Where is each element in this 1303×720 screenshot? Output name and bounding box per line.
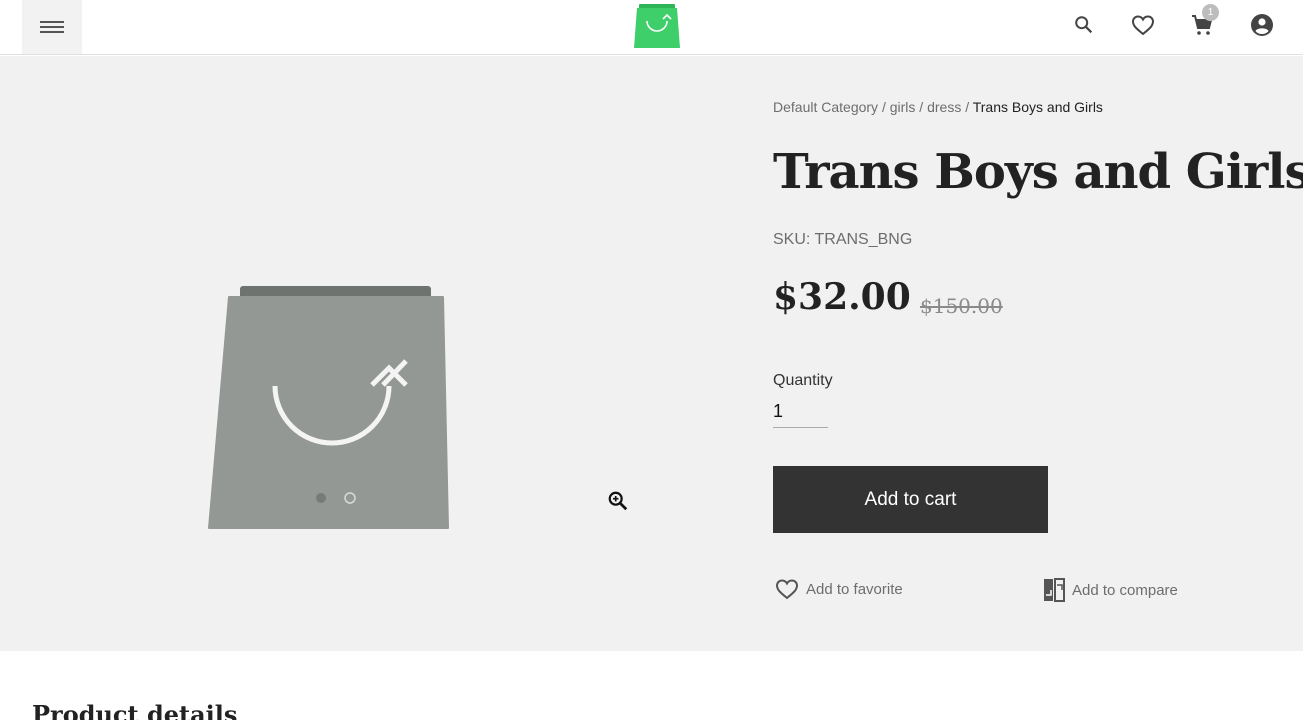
account-button[interactable] [1249,12,1275,38]
search-button[interactable] [1071,12,1097,38]
cart-button[interactable]: 1 [1189,4,1219,38]
product-old-price: $150.00 [920,294,1003,318]
product-image[interactable] [208,286,464,530]
gallery-dot-1 [316,493,326,503]
product-details-heading: Product details [32,700,238,720]
product-price: $32.00 [773,276,911,318]
product-sku: SKU: TRANS_BNG [773,231,913,248]
site-logo[interactable] [633,4,681,48]
breadcrumb-separator: / [965,99,973,115]
breadcrumb-item-dress[interactable]: dress [927,99,961,115]
breadcrumb-separator: / [881,99,890,115]
breadcrumb-item-default-category[interactable]: Default Category [773,99,878,115]
product-title: Trans Boys and Girls [773,144,1303,200]
zoom-in-icon [608,491,628,511]
site-header: 1 [0,0,1303,55]
add-to-cart-button[interactable]: Add to cart [773,466,1048,533]
heart-outline-icon [1131,15,1155,36]
add-to-compare-label: Add to compare [1072,581,1178,599]
breadcrumb-item-girls[interactable]: girls [890,99,916,115]
heart-outline-icon [775,579,799,600]
breadcrumb: Default Category / girls / dress / Trans… [773,99,1103,115]
add-to-favorite-label: Add to favorite [806,580,903,598]
search-icon [1075,16,1093,34]
compare-icon [1044,578,1065,602]
add-to-favorite-button[interactable]: Add to favorite [775,578,903,600]
breadcrumb-current: Trans Boys and Girls [972,99,1103,115]
breadcrumb-separator: / [919,99,928,115]
add-to-compare-button[interactable]: Add to compare [1043,578,1178,602]
quantity-input[interactable] [773,396,828,428]
cart-count-badge: 1 [1202,4,1219,21]
wishlist-button[interactable] [1130,12,1156,38]
shopping-bag-logo [634,4,680,48]
zoom-button[interactable] [607,490,629,512]
hamburger-menu-icon [40,21,64,33]
account-circle-icon [1251,14,1273,36]
menu-button[interactable] [22,0,82,54]
quantity-label: Quantity [773,372,833,389]
product-image-placeholder [208,286,449,529]
